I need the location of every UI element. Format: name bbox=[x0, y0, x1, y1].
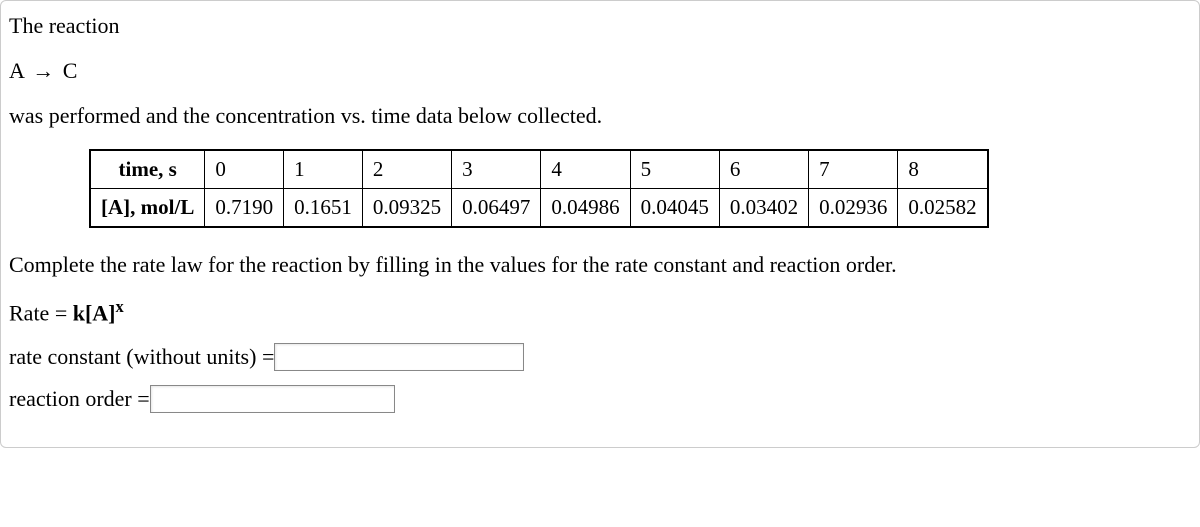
table-cell: 7 bbox=[809, 150, 898, 189]
table-cell: 0.06497 bbox=[452, 189, 541, 228]
table-cell: 0.03402 bbox=[719, 189, 808, 228]
reaction-equation: A → C bbox=[9, 56, 1191, 87]
rate-constant-input[interactable] bbox=[274, 343, 524, 371]
rate-prefix: Rate = bbox=[9, 301, 73, 326]
table-cell: 0.02936 bbox=[809, 189, 898, 228]
arrow-right-icon: → bbox=[29, 58, 57, 83]
table-cell: 0.04045 bbox=[630, 189, 719, 228]
table-cell: 0.7190 bbox=[205, 189, 284, 228]
rate-constant-row: rate constant (without units) = bbox=[9, 343, 1191, 371]
rate-law-expression: Rate = k[A]x bbox=[9, 295, 1191, 329]
table-row: [A], mol/L 0.7190 0.1651 0.09325 0.06497… bbox=[90, 189, 988, 228]
table-cell: 6 bbox=[719, 150, 808, 189]
table-cell: 8 bbox=[898, 150, 988, 189]
rate-exponent: x bbox=[116, 297, 124, 316]
table-cell: 0 bbox=[205, 150, 284, 189]
rate-constant-label: rate constant (without units) = bbox=[9, 344, 274, 370]
table-cell: 1 bbox=[284, 150, 363, 189]
reaction-order-row: reaction order = bbox=[9, 385, 1191, 413]
intro-line-3: was performed and the concentration vs. … bbox=[9, 101, 1191, 132]
data-table: time, s 0 1 2 3 4 5 6 7 8 [A], mol/L 0.7… bbox=[89, 149, 989, 228]
intro-line-1: The reaction bbox=[9, 11, 1191, 42]
reaction-order-input[interactable] bbox=[150, 385, 395, 413]
table-cell: 0.04986 bbox=[541, 189, 630, 228]
table-cell: 0.02582 bbox=[898, 189, 988, 228]
prompt-text: Complete the rate law for the reaction b… bbox=[9, 250, 1191, 281]
question-container: The reaction A → C was performed and the… bbox=[0, 0, 1200, 448]
rate-formula: k[A] bbox=[73, 301, 116, 326]
equation-rhs: C bbox=[63, 58, 78, 83]
table-row: time, s 0 1 2 3 4 5 6 7 8 bbox=[90, 150, 988, 189]
reaction-order-label: reaction order = bbox=[9, 386, 150, 412]
equation-lhs: A bbox=[9, 58, 24, 83]
row-header-time: time, s bbox=[90, 150, 205, 189]
table-cell: 2 bbox=[362, 150, 451, 189]
table-cell: 4 bbox=[541, 150, 630, 189]
row-header-concentration: [A], mol/L bbox=[90, 189, 205, 228]
table-cell: 0.1651 bbox=[284, 189, 363, 228]
table-cell: 5 bbox=[630, 150, 719, 189]
table-cell: 0.09325 bbox=[362, 189, 451, 228]
table-cell: 3 bbox=[452, 150, 541, 189]
